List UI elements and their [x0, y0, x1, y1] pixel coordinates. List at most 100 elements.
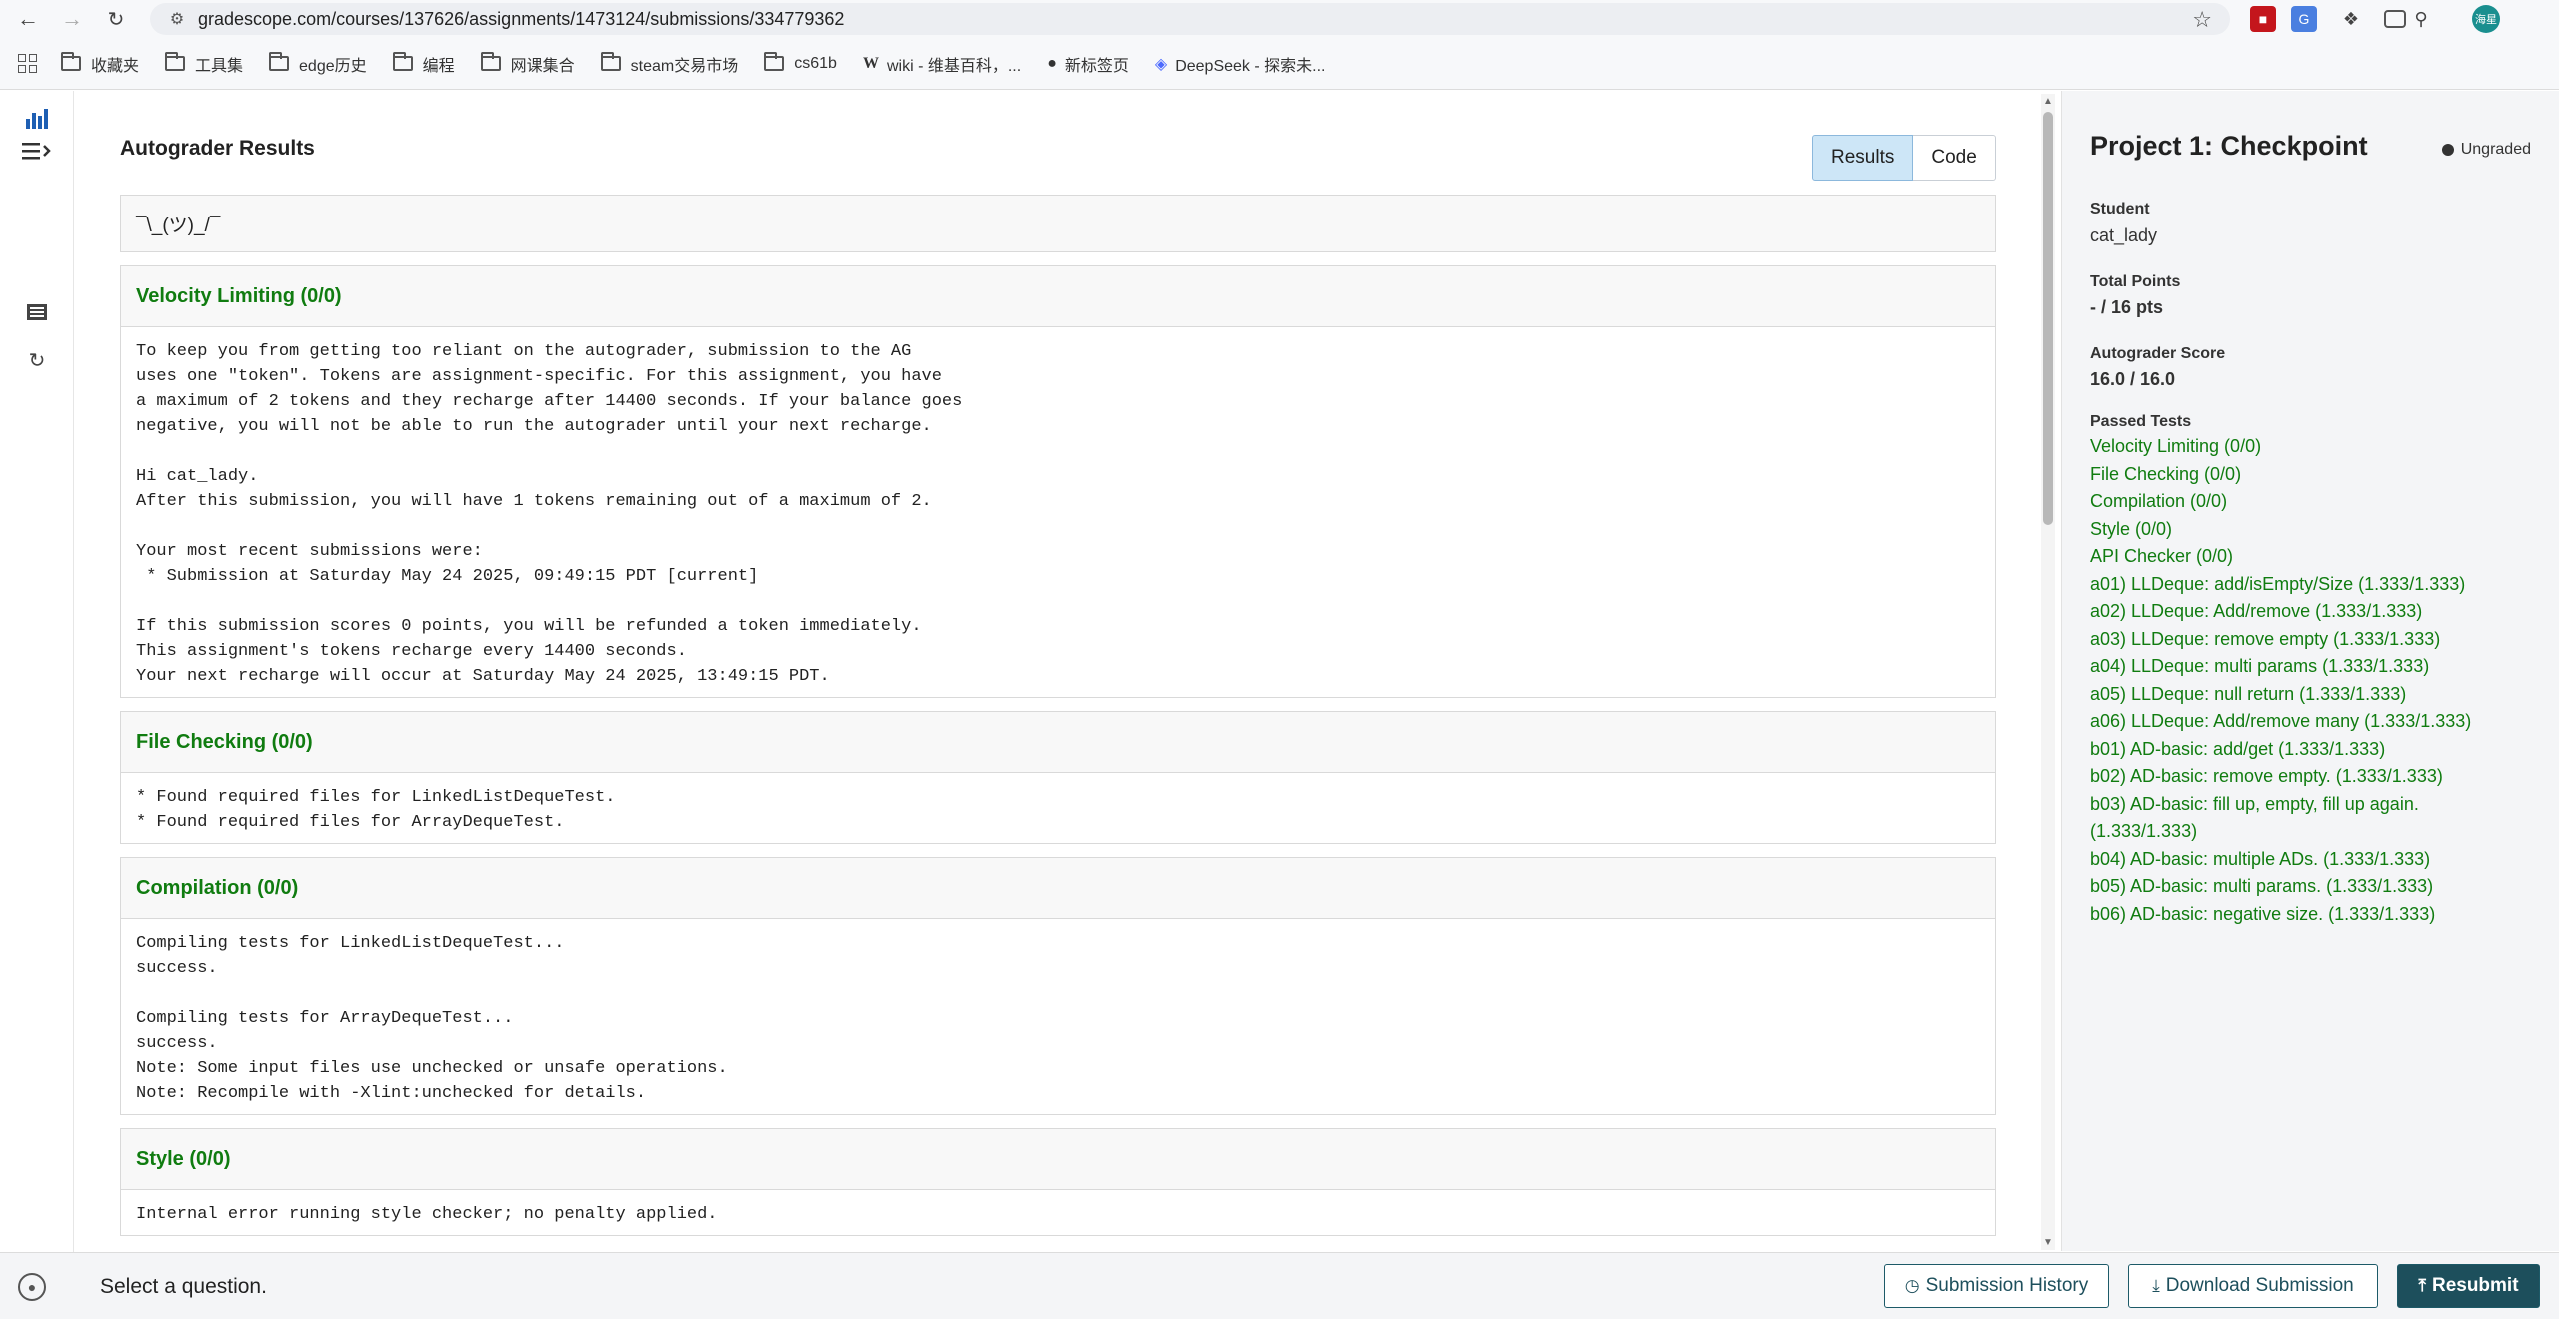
profile-avatar[interactable]: 海星 [2472, 5, 2500, 33]
bookmark-label: cs61b [794, 54, 837, 72]
passed-test-link[interactable]: b04) AD-basic: multiple ADs. (1.333/1.33… [2090, 846, 2510, 874]
test-section-title[interactable]: Style (0/0) [121, 1129, 1995, 1190]
reload-icon[interactable]: ↻ [98, 1, 134, 37]
url-text[interactable]: gradescope.com/courses/137626/assignment… [198, 9, 844, 30]
passed-test-link[interactable]: b03) AD-basic: fill up, empty, fill up a… [2090, 791, 2510, 846]
split-screen-icon[interactable] [2384, 10, 2406, 28]
passed-test-link[interactable]: Compilation (0/0) [2090, 488, 2510, 516]
upload-icon: ⤒ [2418, 1276, 2426, 1295]
bookmark-folder-favorites[interactable]: 收藏夹 [61, 52, 139, 76]
passed-test-link[interactable]: b02) AD-basic: remove empty. (1.333/1.33… [2090, 763, 2510, 791]
passed-test-link[interactable]: a05) LLDeque: null return (1.333/1.333) [2090, 681, 2510, 709]
folder-icon [600, 52, 621, 71]
scrollbar-thumb[interactable] [2043, 112, 2053, 525]
test-section-title[interactable]: Velocity Limiting (0/0) [121, 266, 1995, 327]
resubmit-button[interactable]: ⤒ Resubmit [2397, 1264, 2540, 1308]
list-panel-icon[interactable] [22, 297, 52, 327]
passed-test-link[interactable]: b01) AD-basic: add/get (1.333/1.333) [2090, 736, 2510, 764]
test-section: Velocity Limiting (0/0) To keep you from… [120, 265, 1996, 698]
bookmark-folder-edge-history[interactable]: edge历史 [269, 52, 367, 76]
total-points-value: - / 16 pts [2090, 297, 2164, 317]
bookmark-folder-cs61b[interactable]: cs61b [764, 52, 837, 73]
wikipedia-icon: W [862, 54, 879, 72]
folder-icon [392, 52, 413, 71]
browser-toolbar: ← → ↻ ⚙ gradescope.com/courses/137626/as… [0, 0, 2559, 38]
resubmit-label: Resubmit [2431, 1275, 2519, 1296]
clock-icon: ◷ [1904, 1276, 1920, 1295]
user-account-icon[interactable]: ● [18, 1273, 46, 1301]
passed-test-link[interactable]: API Checker (0/0) [2090, 543, 2510, 571]
select-question-prompt: Select a question. [100, 1275, 267, 1298]
bookmark-wiki[interactable]: Wwiki - 维基百科，... [863, 52, 1021, 76]
bar-chart-icon[interactable] [22, 103, 52, 133]
site-settings-icon[interactable]: ⚙ [166, 8, 188, 30]
menu-expand-icon[interactable] [22, 136, 52, 166]
scroll-up-icon[interactable]: ▲ [2043, 96, 2053, 107]
bookmark-label: edge历史 [299, 57, 367, 75]
forward-icon[interactable]: → [54, 1, 90, 37]
passed-test-link[interactable]: b06) AD-basic: negative size. (1.333/1.3… [2090, 901, 2510, 929]
submission-history-button[interactable]: ◷ Submission History [1884, 1264, 2109, 1308]
bookmark-label: 网课集合 [510, 57, 575, 75]
test-section-output: Internal error running style checker; no… [136, 1205, 718, 1224]
passed-test-link[interactable]: a02) LLDeque: Add/remove (1.333/1.333) [2090, 598, 2510, 626]
globe-icon: ● [1047, 54, 1057, 72]
download-submission-button[interactable]: ⤓ Download Submission [2128, 1264, 2378, 1308]
autograder-score-info: Autograder Score 16.0 / 16.0 [2090, 345, 2225, 390]
test-section-title[interactable]: File Checking (0/0) [121, 712, 1995, 773]
bookmark-folder-courses[interactable]: 网课集合 [480, 52, 575, 76]
passed-test-link[interactable]: a04) LLDeque: multi params (1.333/1.333) [2090, 653, 2510, 681]
test-section-title[interactable]: Compilation (0/0) [121, 858, 1995, 919]
bookmark-folder-programming[interactable]: 编程 [392, 52, 455, 76]
passed-test-link[interactable]: a03) LLDeque: remove empty (1.333/1.333) [2090, 626, 2510, 654]
student-name: cat_lady [2090, 225, 2158, 245]
passed-test-link[interactable]: a06) LLDeque: Add/remove many (1.333/1.3… [2090, 708, 2510, 736]
passed-test-link[interactable]: Velocity Limiting (0/0) [2090, 433, 2510, 461]
view-toggle: Results Code [1812, 135, 1996, 181]
scroll-down-icon[interactable]: ▼ [2043, 1237, 2053, 1248]
bookmark-folder-tools[interactable]: 工具集 [165, 52, 243, 76]
bookmarks-bar: 收藏夹 工具集 edge历史 编程 网课集合 steam交易市场 cs61b W… [0, 38, 2559, 90]
status-badge: Ungraded [2441, 141, 2531, 159]
passed-test-link[interactable]: b05) AD-basic: multi params. (1.333/1.33… [2090, 873, 2510, 901]
submission-sidebar: Project 1: Checkpoint Ungraded Student c… [2061, 91, 2559, 1251]
autograder-output-header: ¯\_(ツ)_/¯ [120, 195, 1996, 252]
pdf-extension-icon[interactable]: ■ [2250, 6, 2276, 32]
autograder-score-value: 16.0 / 16.0 [2090, 369, 2176, 389]
extensions-puzzle-icon[interactable]: ❖ [2338, 6, 2364, 32]
deepseek-icon: ◈ [1154, 55, 1168, 73]
bookmark-new-tab[interactable]: ● 新标签页 [1047, 52, 1129, 76]
total-points-label: Total Points [2090, 273, 2181, 290]
back-icon[interactable]: ← [10, 1, 46, 37]
search-tab-icon[interactable]: ⚲ [2408, 6, 2434, 32]
main-content: Autograder Results Results Code ¯\_(ツ)_/… [75, 91, 2047, 1251]
status-label: Ungraded [2460, 141, 2531, 158]
bookmark-star-icon[interactable]: ☆ [2192, 7, 2212, 33]
address-bar[interactable]: ⚙ gradescope.com/courses/137626/assignme… [150, 3, 2230, 35]
test-section-output: Compiling tests for LinkedListDequeTest.… [136, 934, 728, 1103]
folder-icon [269, 52, 290, 71]
autograder-score-label: Autograder Score [2090, 345, 2226, 362]
apps-grid-icon[interactable] [18, 54, 37, 73]
passed-test-link[interactable]: File Checking (0/0) [2090, 461, 2510, 489]
student-label: Student [2090, 201, 2150, 218]
download-submission-label: Download Submission [2165, 1275, 2354, 1296]
student-info: Student cat_lady [2090, 201, 2157, 246]
passed-tests-info: Passed Tests Velocity Limiting (0/0) Fil… [2090, 413, 2510, 928]
bookmark-label: 编程 [422, 57, 455, 75]
refresh-icon[interactable]: ↻ [22, 345, 52, 375]
test-section-output: To keep you from getting too reliant on … [136, 342, 963, 686]
bookmark-label: 新标签页 [1064, 57, 1129, 75]
bookmark-folder-steam[interactable]: steam交易市场 [600, 52, 738, 76]
bookmark-deepseek[interactable]: ◈ DeepSeek - 探索未... [1155, 52, 1326, 76]
passed-tests-list: Velocity Limiting (0/0) File Checking (0… [2090, 433, 2510, 928]
translate-extension-icon[interactable]: G [2291, 6, 2317, 32]
bookmark-label: wiki - 维基百科，... [886, 57, 1022, 75]
test-section: File Checking (0/0) * Found required fil… [120, 711, 1996, 844]
passed-test-link[interactable]: a01) LLDeque: add/isEmpty/Size (1.333/1.… [2090, 571, 2510, 599]
tab-code[interactable]: Code [1913, 135, 1996, 181]
passed-test-link[interactable]: Style (0/0) [2090, 516, 2510, 544]
main-scrollbar[interactable]: ▲ ▼ [2041, 94, 2055, 1250]
page-title: Autograder Results [120, 137, 315, 160]
tab-results[interactable]: Results [1812, 135, 1914, 181]
